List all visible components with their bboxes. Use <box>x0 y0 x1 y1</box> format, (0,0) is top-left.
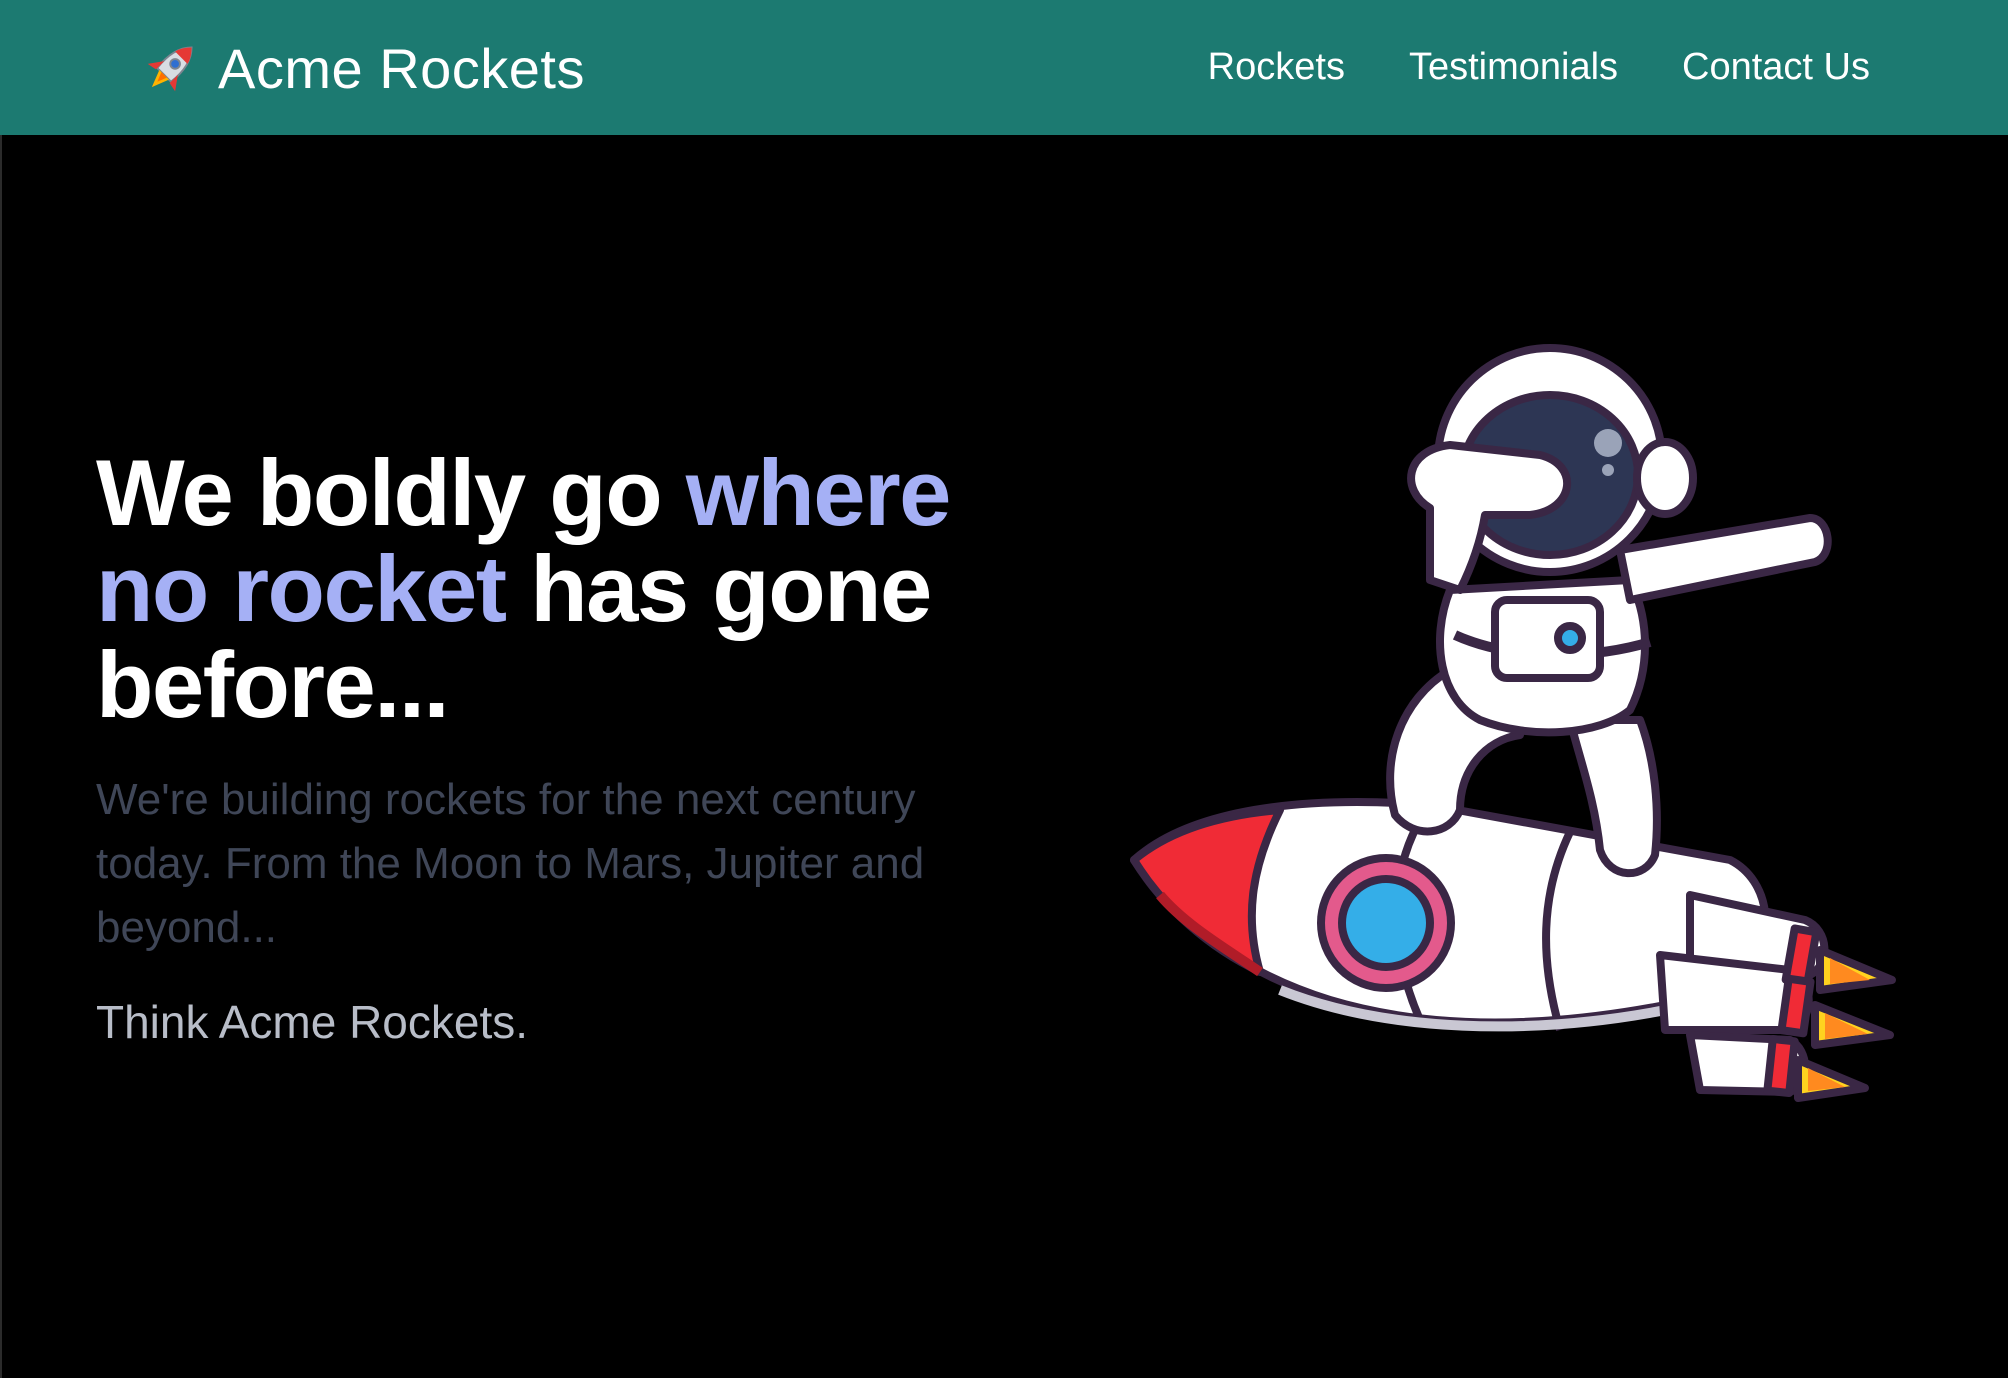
hero-title-part-1: We boldly go <box>96 440 686 545</box>
astronaut-rocket-illustration <box>1130 340 1910 1170</box>
nav-link-rockets[interactable]: Rockets <box>1208 46 1345 89</box>
hero-subtitle: We're building rockets for the next cent… <box>96 775 925 952</box>
brand-name: Acme Rockets <box>218 36 585 100</box>
hero-tagline: Think Acme Rockets. <box>96 996 529 1048</box>
brand-logo-link[interactable]: Acme Rockets <box>140 30 585 106</box>
hero-title: We boldly go where no rocket has gone be… <box>96 445 996 733</box>
astronaut-shape <box>1386 344 1832 878</box>
nav-link-contact-us[interactable]: Contact Us <box>1682 46 1870 89</box>
rocket-icon <box>140 37 202 99</box>
site-header: Acme Rockets Rockets Testimonials Contac… <box>0 0 2008 135</box>
main-nav: Rockets Testimonials Contact Us <box>1208 0 1870 135</box>
page-left-border <box>0 135 2 1378</box>
nav-link-testimonials[interactable]: Testimonials <box>1409 46 1618 89</box>
